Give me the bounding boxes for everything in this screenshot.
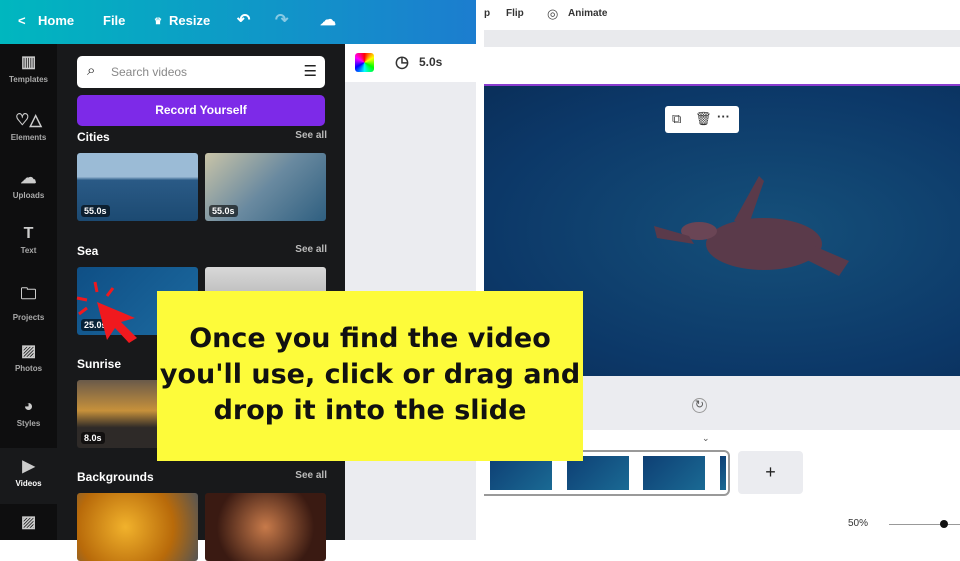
duration-badge: 55.0s (209, 205, 238, 217)
sidebar-item-templates[interactable]: ▥ Templates (0, 44, 57, 100)
section-title: Sea (77, 244, 99, 258)
section-title: Cities (77, 130, 110, 144)
see-all-link[interactable]: See all (295, 470, 327, 481)
see-all-link[interactable]: See all (295, 130, 327, 141)
sidebar-item-label: Elements (10, 133, 47, 142)
duration-value[interactable]: 5.0s (419, 55, 442, 69)
page-thumbnail[interactable] (720, 456, 726, 490)
top-bar: < Home File ♛ Resize ↶ ↷ ☁ (0, 0, 476, 44)
projects-icon: 🗀 (20, 286, 37, 303)
sidebar-item-label: Uploads (12, 191, 45, 200)
text-icon: T (23, 225, 34, 242)
sidebar-item-projects[interactable]: 🗀 Projects (0, 275, 57, 331)
page-thumbnail[interactable] (490, 456, 552, 490)
sidebar-item-uploads[interactable]: ☁ Uploads (0, 160, 57, 216)
search-icon: ⌕ (87, 62, 96, 79)
video-thumbnail[interactable] (77, 493, 198, 561)
sidebar-item-elements[interactable]: ♡△ Elements (0, 102, 57, 158)
crown-icon: ♛ (154, 16, 163, 26)
elements-icon: ♡△ (15, 112, 42, 129)
duration-badge: 55.0s (81, 205, 110, 217)
sidebar-item-label: Text (20, 246, 37, 255)
sidebar-item-text[interactable]: T Text (0, 217, 57, 273)
editor-toolbar: ◷ 5.0s (345, 44, 476, 82)
turtle-image (654, 176, 849, 276)
background-icon: ▨ (20, 514, 37, 531)
rotate-icon[interactable]: ↻ (692, 398, 707, 413)
sidebar-item-photos[interactable]: ▨ Photos (0, 333, 57, 389)
ruler-strip (484, 30, 960, 47)
resize-button[interactable]: Resize (169, 13, 210, 28)
sidebar-item-label: Photos (14, 364, 43, 373)
zoom-slider[interactable] (889, 524, 960, 525)
file-menu[interactable]: File (103, 13, 125, 28)
sidebar-item-label: Styles (16, 419, 41, 428)
chevron-down-icon[interactable]: ⌄ (702, 433, 710, 444)
videos-icon: ▶ (22, 458, 35, 475)
section-header: Sea See all (77, 244, 327, 258)
animate-button[interactable]: Animate (568, 8, 607, 19)
sidebar-item-videos[interactable]: ▶ Videos (0, 448, 57, 504)
section-title: Backgrounds (77, 470, 154, 484)
video-thumbnail[interactable] (205, 493, 326, 561)
uploads-icon: ☁ (20, 170, 37, 187)
photos-icon: ▨ (20, 343, 37, 360)
video-thumbnail[interactable]: 55.0s (205, 153, 326, 221)
search-input[interactable]: ⌕ Search videos ☰ (77, 56, 325, 88)
video-thumbnail[interactable]: 55.0s (77, 153, 198, 221)
section-title: Sunrise (77, 357, 122, 371)
clock-icon[interactable]: ◷ (395, 52, 409, 72)
undo-icon[interactable]: ↶ (237, 10, 250, 30)
zoom-slider-handle[interactable] (940, 520, 948, 528)
page-thumbnail[interactable] (567, 456, 629, 490)
record-yourself-button[interactable]: Record Yourself (77, 95, 325, 126)
sidebar-item-label: Videos (15, 479, 42, 488)
animate-icon: ◎ (547, 6, 559, 21)
sidebar-item-background[interactable]: ▨ (0, 504, 57, 560)
add-page-button[interactable]: + (738, 451, 803, 494)
trash-icon[interactable]: 🗑 (695, 111, 712, 127)
see-all-link[interactable]: See all (295, 244, 327, 255)
instruction-callout: Once you find the video you'll use, clic… (157, 291, 583, 461)
color-picker[interactable] (355, 53, 374, 72)
sidebar-item-label: Templates (9, 75, 48, 84)
search-placeholder: Search videos (111, 65, 188, 79)
duplicate-icon[interactable]: ⧉ (672, 111, 681, 127)
styles-icon: ◕ (23, 398, 34, 415)
sidebar-rail: ▥ Templates ♡△ Elements ☁ Uploads T Text 🗀 Projec… (0, 44, 57, 540)
cursor-click-icon (76, 281, 137, 343)
more-icon[interactable]: ··· (717, 109, 730, 124)
redo-icon[interactable]: ↷ (275, 10, 288, 30)
sidebar-item-styles[interactable]: ◕ Styles (0, 390, 57, 446)
home-button[interactable]: Home (38, 13, 74, 28)
templates-icon: ▥ (20, 54, 37, 71)
flip-button[interactable]: Flip (506, 8, 524, 19)
crop-button[interactable]: p (484, 8, 490, 19)
back-icon[interactable]: < (18, 13, 26, 28)
element-toolbar: ⧉ 🗑 ··· (665, 106, 739, 133)
page-thumbnail[interactable] (643, 456, 705, 490)
duration-badge: 8.0s (81, 432, 105, 444)
filter-icon[interactable]: ☰ (304, 62, 317, 80)
section-header: Backgrounds See all (77, 470, 327, 484)
zoom-level[interactable]: 50% (848, 518, 868, 529)
section-header: Cities See all (77, 130, 327, 144)
sidebar-item-label: Projects (12, 313, 45, 322)
cloud-saved-icon[interactable]: ☁ (320, 10, 336, 30)
